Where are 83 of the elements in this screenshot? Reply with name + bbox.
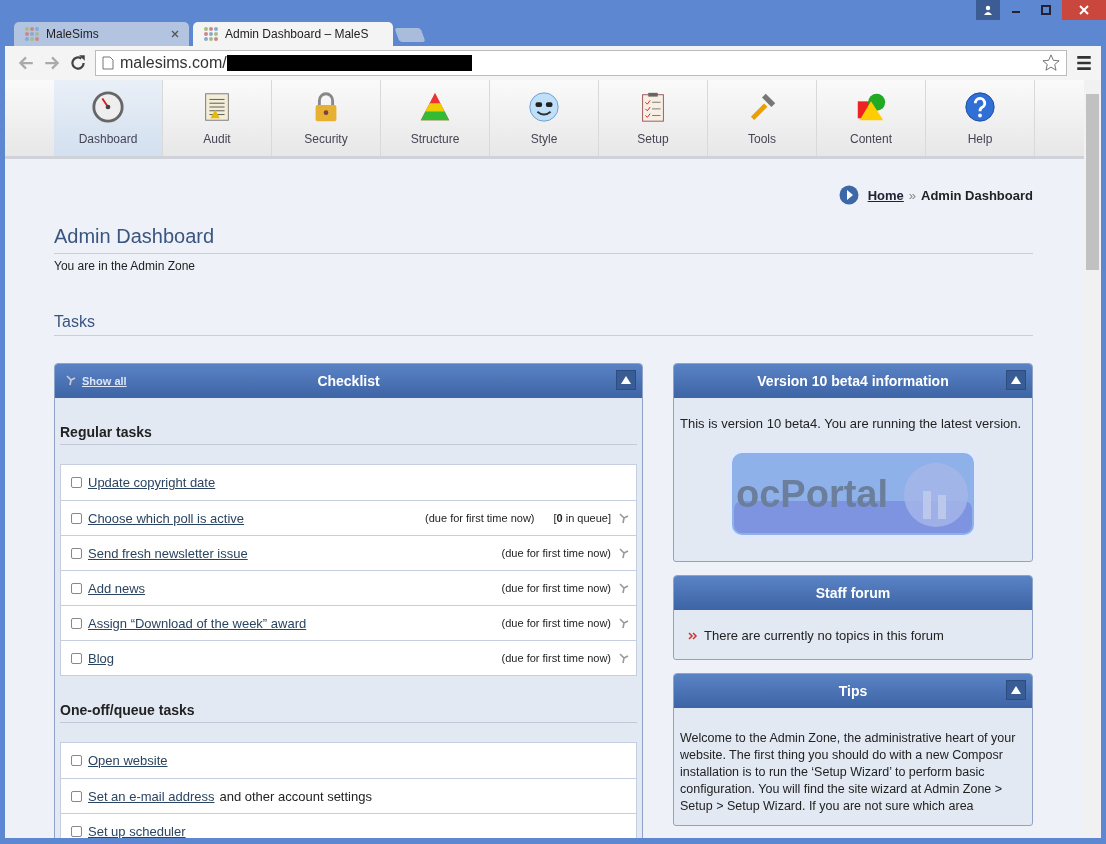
star-icon[interactable] bbox=[1042, 54, 1060, 72]
checkbox[interactable] bbox=[71, 755, 82, 766]
task-link[interactable]: Add news bbox=[88, 580, 146, 596]
task-link[interactable]: Set an e-mail address bbox=[88, 788, 215, 804]
task-link[interactable]: Update copyright date bbox=[88, 475, 216, 490]
tool-icon[interactable] bbox=[618, 512, 630, 524]
task-link[interactable]: Blog bbox=[88, 650, 115, 666]
section-title: Tasks bbox=[54, 313, 1033, 336]
due-label: (due for first time now) bbox=[501, 547, 611, 559]
triangle-icon bbox=[1011, 686, 1021, 694]
nav-tab[interactable]: Tools bbox=[708, 80, 817, 156]
triangle-icon bbox=[621, 376, 631, 384]
forward-icon[interactable] bbox=[43, 54, 61, 72]
page-title: Admin Dashboard bbox=[54, 225, 1033, 254]
task-note: and other account settings bbox=[219, 788, 372, 804]
due-label: (due for first time now) bbox=[501, 582, 611, 594]
tips-text: Welcome to the Admin Zone, the administrative heart of your website. The first thing you should do with a new Composr installation is to run the ‘Setup Wizard’ to perform basic configuration. You will find the site wizard at Admin Zone > Setup > Setup Wizard. If you are not sure which area bbox=[680, 730, 1017, 815]
checkbox[interactable] bbox=[71, 617, 82, 629]
checkbox[interactable] bbox=[71, 652, 82, 664]
gauge-icon bbox=[91, 90, 125, 124]
nav-tab[interactable]: Setup bbox=[599, 80, 708, 156]
checkbox[interactable] bbox=[71, 582, 82, 594]
group-heading: Regular tasks bbox=[60, 424, 637, 445]
due-label: (due for first time now) bbox=[425, 512, 535, 524]
nav-tab[interactable]: Content bbox=[817, 80, 926, 156]
task-link[interactable]: Set up scheduler bbox=[88, 823, 186, 838]
collapse-button[interactable] bbox=[1006, 370, 1026, 390]
triangle-icon bbox=[1011, 376, 1021, 384]
checkbox[interactable] bbox=[71, 512, 82, 524]
browser-tab[interactable]: MaleSims bbox=[14, 22, 189, 46]
logo-drawing: ocPortal bbox=[728, 449, 978, 541]
nav-tab[interactable]: Security bbox=[272, 80, 381, 156]
page-subtitle: You are in the Admin Zone bbox=[54, 259, 196, 273]
new-tab-button[interactable] bbox=[394, 28, 426, 42]
task-link[interactable]: Assign “Download of the week” award bbox=[88, 615, 307, 631]
forum-message: There are currently no topics in this forum bbox=[704, 628, 944, 643]
due-label: (due for first time now) bbox=[501, 617, 611, 629]
chevron-icon bbox=[688, 631, 698, 640]
browser-tab[interactable]: Admin Dashboard – MaleS bbox=[193, 22, 393, 46]
reload-icon[interactable] bbox=[69, 54, 87, 72]
breadcrumb-current: Admin Dashboard bbox=[921, 187, 1033, 203]
version-text: This is version 10 beta4. You are running the latest version. bbox=[680, 416, 1023, 431]
tool-icon[interactable] bbox=[618, 547, 630, 559]
task-link[interactable]: Open website bbox=[88, 753, 168, 768]
show-all-link[interactable]: Show all bbox=[82, 375, 127, 387]
tool-icon bbox=[65, 374, 77, 386]
checkbox[interactable] bbox=[71, 790, 82, 802]
checkbox[interactable] bbox=[71, 547, 82, 559]
collapse-button[interactable] bbox=[616, 370, 636, 390]
home-link[interactable]: Home bbox=[867, 187, 904, 203]
group-heading: One-off/queue tasks bbox=[60, 702, 637, 723]
close-icon[interactable] bbox=[171, 30, 179, 38]
task-link[interactable]: Choose which poll is active bbox=[88, 510, 245, 526]
panel-title: Tips bbox=[838, 683, 868, 699]
queue-count: [0 in queue] bbox=[553, 512, 611, 524]
close-icon[interactable] bbox=[1062, 0, 1106, 20]
scrollbar[interactable] bbox=[1084, 80, 1101, 838]
checkbox[interactable] bbox=[71, 825, 82, 837]
due-label: (due for first time now) bbox=[501, 652, 611, 664]
tool-icon[interactable] bbox=[618, 652, 630, 664]
nav-tab[interactable]: Dashboard bbox=[54, 80, 163, 156]
tool-icon[interactable] bbox=[618, 582, 630, 594]
page-icon bbox=[102, 56, 114, 70]
checkbox[interactable] bbox=[71, 477, 82, 488]
grid-icon bbox=[24, 26, 40, 42]
tool-icon[interactable] bbox=[618, 617, 630, 629]
nav-tab[interactable]: Style bbox=[490, 80, 599, 156]
help-icon bbox=[963, 90, 997, 124]
smiley-icon bbox=[527, 90, 561, 124]
back-icon[interactable] bbox=[17, 54, 35, 72]
user-icon[interactable] bbox=[976, 0, 1000, 20]
nav-tab[interactable]: Audit bbox=[163, 80, 272, 156]
panel-title: Version 10 beta4 information bbox=[757, 373, 949, 389]
panel-title: Checklist bbox=[317, 373, 380, 389]
collapse-button[interactable] bbox=[1006, 680, 1026, 700]
menu-icon[interactable] bbox=[1075, 54, 1093, 72]
grid-icon bbox=[203, 26, 219, 42]
nav-tab[interactable]: Help bbox=[926, 80, 1035, 156]
panel-title: Staff forum bbox=[815, 585, 891, 601]
nav-tab[interactable]: Structure bbox=[381, 80, 490, 156]
address-bar[interactable]: malesims.com/ bbox=[95, 50, 1067, 76]
breadcrumb-separator: » bbox=[908, 187, 917, 203]
task-link[interactable]: Send fresh newsletter issue bbox=[88, 545, 248, 561]
